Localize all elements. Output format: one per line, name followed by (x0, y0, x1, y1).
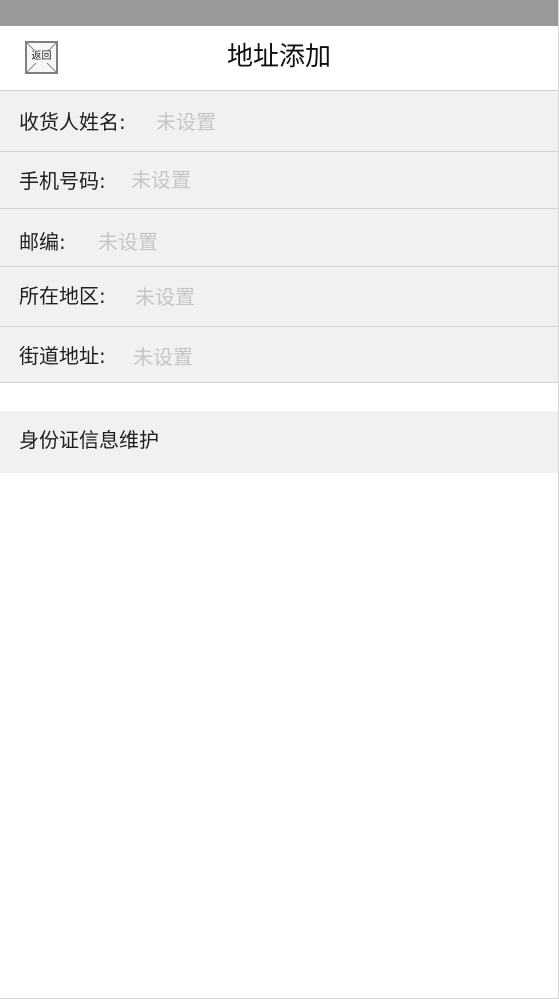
header: 返回 地址添加 (0, 26, 558, 91)
address-add-page: 返回 地址添加 收货人姓名: 未设置 手机号码: 未设置 邮编: 未设置 所在地… (0, 0, 559, 999)
id-info-row[interactable]: 身份证信息维护 (0, 411, 558, 473)
section-gap (0, 383, 558, 411)
receiver-name-row[interactable]: 收货人姓名: 未设置 (0, 91, 558, 152)
receiver-name-value[interactable]: 未设置 (156, 109, 216, 135)
phone-value[interactable]: 未设置 (131, 167, 191, 193)
receiver-name-label: 收货人姓名: (19, 110, 126, 134)
phone-row[interactable]: 手机号码: 未设置 (0, 152, 558, 209)
region-row[interactable]: 所在地区: 未设置 (0, 267, 558, 327)
postcode-label: 邮编: (19, 230, 66, 254)
postcode-row[interactable]: 邮编: 未设置 (0, 209, 558, 267)
page-title: 地址添加 (226, 42, 331, 72)
status-bar (0, 0, 558, 26)
id-info-label: 身份证信息维护 (19, 428, 159, 452)
postcode-value[interactable]: 未设置 (98, 229, 158, 255)
street-address-row[interactable]: 街道地址: 未设置 (0, 327, 558, 383)
street-address-label: 街道地址: (19, 344, 106, 368)
region-value[interactable]: 未设置 (135, 284, 195, 310)
street-address-value[interactable]: 未设置 (133, 344, 193, 370)
region-label: 所在地区: (19, 284, 106, 308)
phone-label: 手机号码: (19, 169, 106, 193)
